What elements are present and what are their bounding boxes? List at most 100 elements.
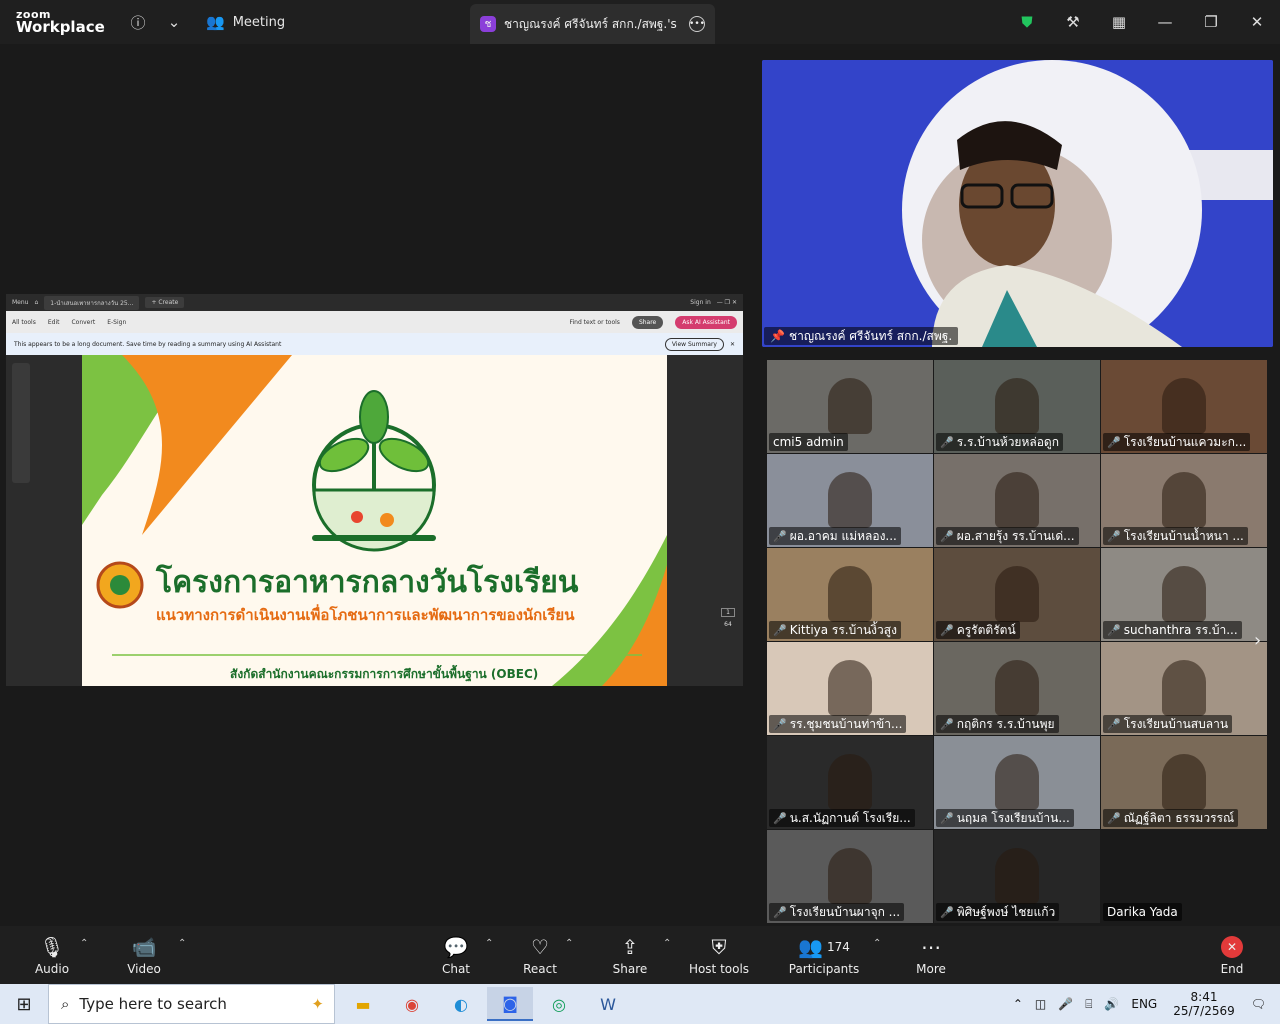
participant-video [995,754,1039,810]
speaker-video[interactable]: 📌 ชาญณรงค์ ศรีจันทร์ สกก./สพฐ. [762,60,1273,347]
slide-title: โครงการอาหารกลางวันโรงเรียน [156,565,579,600]
muted-mic-icon: 🎤 [773,811,787,825]
notification-icon[interactable]: 🗨 [1245,997,1280,1011]
more-button[interactable]: ⋯ More [891,932,971,976]
restore-icon[interactable]: ❐ [1188,0,1234,44]
host-tools-label: Host tools [688,962,750,976]
tab-meeting[interactable]: 👥 Meeting [200,0,301,44]
tab-screen-share[interactable]: ช ชาญณรงค์ ศรีจันทร์ สกก./สพฐ.'s scre ••… [470,4,715,44]
share-tab-label: ชาญณรงค์ ศรีจันทร์ สกก./สพฐ.'s scre [504,16,681,31]
muted-mic-icon: 🎤 [940,811,954,825]
participant-name: cmi5 admin [773,435,844,449]
taskbar-search[interactable]: ⌕ Type here to search ✦ [48,984,335,1024]
participant-tile[interactable]: 🎤 ผอ.สายรุ้ง รร.บ้านเด่... [934,454,1100,547]
share-screen-icon: ⇪ [621,935,639,959]
tray-volume-icon[interactable]: 🔊 [1098,997,1125,1011]
speaker-name-tag: 📌 ชาญณรงค์ ศรีจันทร์ สกก./สพฐ. [764,327,959,345]
acrobat-tool-edit: Edit [47,318,60,326]
tray-chevron-up-icon[interactable]: ⌃ [1007,997,1029,1011]
brand-line2: Workplace [16,18,105,36]
chat-button[interactable]: 💬 Chat [416,932,496,976]
tray-network-icon[interactable]: ⌸ [1079,997,1098,1012]
more-options-icon[interactable]: ••• [689,16,705,32]
participant-tile[interactable]: 🎤 โรงเรียนบ้านแควมะก... [1101,360,1267,453]
shared-screen[interactable]: Menu ⌂ 1-นำเสนอเพาหารกลางวัน 25... + Cre… [6,294,743,686]
security-shield-icon[interactable]: ⛊ [1004,0,1050,44]
participant-tile[interactable]: 🎤 ผอ.อาคม แม่หลอง... [767,454,933,547]
edge-icon[interactable]: ◐ [438,987,484,1021]
participant-tile[interactable]: 🎤 โรงเรียนบ้านน้ำหนา ... [1101,454,1267,547]
tray-camera-icon[interactable]: ◫ [1029,997,1052,1011]
page-current: 1 [721,608,735,617]
participant-name: ผอ.สายรุ้ง รร.บ้านเด่... [956,528,1075,543]
participant-name: โรงเรียนบ้านน้ำหนา ... [1123,528,1244,543]
participant-tile[interactable]: 🎤 โรงเรียนบ้านสบลาน [1101,642,1267,735]
participant-tile[interactable]: 🎤 พิศิษฐ์พงษ์ ไชยแก้ว [934,830,1100,923]
info-icon[interactable]: ⓘ [120,0,156,44]
participant-name-tag: 🎤 ณัฏฐ์ลิตา ธรรมวรรณ์ [1103,809,1239,827]
word-icon[interactable]: W [585,987,631,1021]
tray-language[interactable]: ENG [1125,997,1163,1011]
participant-tile[interactable]: cmi5 admin [767,360,933,453]
participant-tile[interactable]: 🎤 โรงเรียนบ้านผาจุก ... [767,830,933,923]
tray-clock[interactable]: 8:41 25/7/2569 [1163,990,1245,1019]
participant-video [995,566,1039,622]
share-button[interactable]: ⇪ Share [590,932,670,976]
share-label: Share [612,962,648,976]
tray-time: 8:41 [1190,989,1218,1004]
video-button[interactable]: 📹 Video [104,932,184,976]
chrome-icon[interactable]: ◉ [389,987,435,1021]
tab-meeting-label: Meeting [232,14,286,30]
participant-video [995,378,1039,434]
acrobat-view-summary: View Summary [664,337,724,351]
participant-tile[interactable]: 🎤 suchanthra รร.บ้า... [1101,548,1267,641]
windows-start-icon[interactable]: ⊞ [0,984,48,1024]
participant-name: กฤติกร ร.ร.บ้านพุย [956,716,1055,731]
close-icon[interactable]: ✕ [1234,0,1280,44]
participant-tile[interactable]: 🎤 ครูรัตติรัตน์ [934,548,1100,641]
muted-mic-icon: 🎤 [940,717,954,731]
muted-mic-icon: 🎤 [773,623,787,637]
participant-name-tag: 🎤 น.ส.นัฏกานต์ โรงเรีย... [769,809,915,827]
heart-icon: ♡ [531,935,549,959]
share-options-icon[interactable]: ⌃ [663,938,671,949]
zoom-logo: zoom Workplace [0,9,120,35]
participant-tile[interactable]: 🎤 ณัฏฐ์ลิตา ธรรมวรรณ์ [1101,736,1267,829]
participant-tile[interactable]: Darika Yada [1101,830,1267,923]
minimize-icon[interactable]: — [1142,0,1188,44]
sparkle-icon: ✦ [311,995,324,1013]
chat-options-icon[interactable]: ⌃ [485,938,493,949]
magic-wand-icon[interactable]: ⚒ [1050,0,1096,44]
chevron-down-icon[interactable]: ⌄ [156,0,192,44]
participant-tile[interactable]: 🎤 นฤมล โรงเรียนบ้าน... [934,736,1100,829]
file-explorer-icon[interactable]: ▬ [340,987,386,1021]
participant-name-tag: 🎤 โรงเรียนบ้านผาจุก ... [769,903,905,921]
participant-tile[interactable]: 🎤 รร.ชุมชนบ้านท่าข้า... [767,642,933,735]
muted-mic-icon: 🎤 [773,717,787,731]
chrome-profile-icon[interactable]: ◎ [536,987,582,1021]
chevron-right-icon[interactable]: › [1254,630,1261,651]
participant-name-tag: 🎤 โรงเรียนบ้านแควมะก... [1103,433,1251,451]
video-options-icon[interactable]: ⌃ [178,938,186,949]
participant-tile[interactable]: 🎤 Kittiya รร.บ้านงิ้วสูง [767,548,933,641]
host-tools-button[interactable]: ⛨ Host tools [679,932,759,976]
participant-video [995,660,1039,716]
participant-name-tag: 🎤 ครูรัตติรัตน์ [936,621,1020,639]
participant-tile[interactable]: 🎤 ร.ร.บ้านห้วยหล่อดูก [934,360,1100,453]
participant-video [1162,566,1206,622]
view-layout-icon[interactable]: ▦ [1096,0,1142,44]
participants-options-icon[interactable]: ⌃ [873,938,881,949]
participants-icon: 👥 174 [798,935,850,959]
participant-tile[interactable]: 🎤 น.ส.นัฏกานต์ โรงเรีย... [767,736,933,829]
participants-button[interactable]: 👥 174 Participants [784,932,864,976]
zoom-app-icon[interactable]: ◙ [487,987,533,1021]
participant-tile[interactable]: 🎤 กฤติกร ร.ร.บ้านพุย [934,642,1100,735]
shield-icon: ⛨ [711,935,727,959]
acrobat-create: + Create [145,297,185,308]
tray-mic-icon[interactable]: 🎤 [1052,997,1079,1011]
slide-graphic [82,355,667,686]
slide-footer: สังกัดสำนักงานคณะกรรมการการศึกษาขั้นพื้น… [230,667,539,681]
react-options-icon[interactable]: ⌃ [565,938,573,949]
audio-options-icon[interactable]: ⌃ [80,938,88,949]
end-button[interactable]: ✕ End [1192,932,1272,976]
